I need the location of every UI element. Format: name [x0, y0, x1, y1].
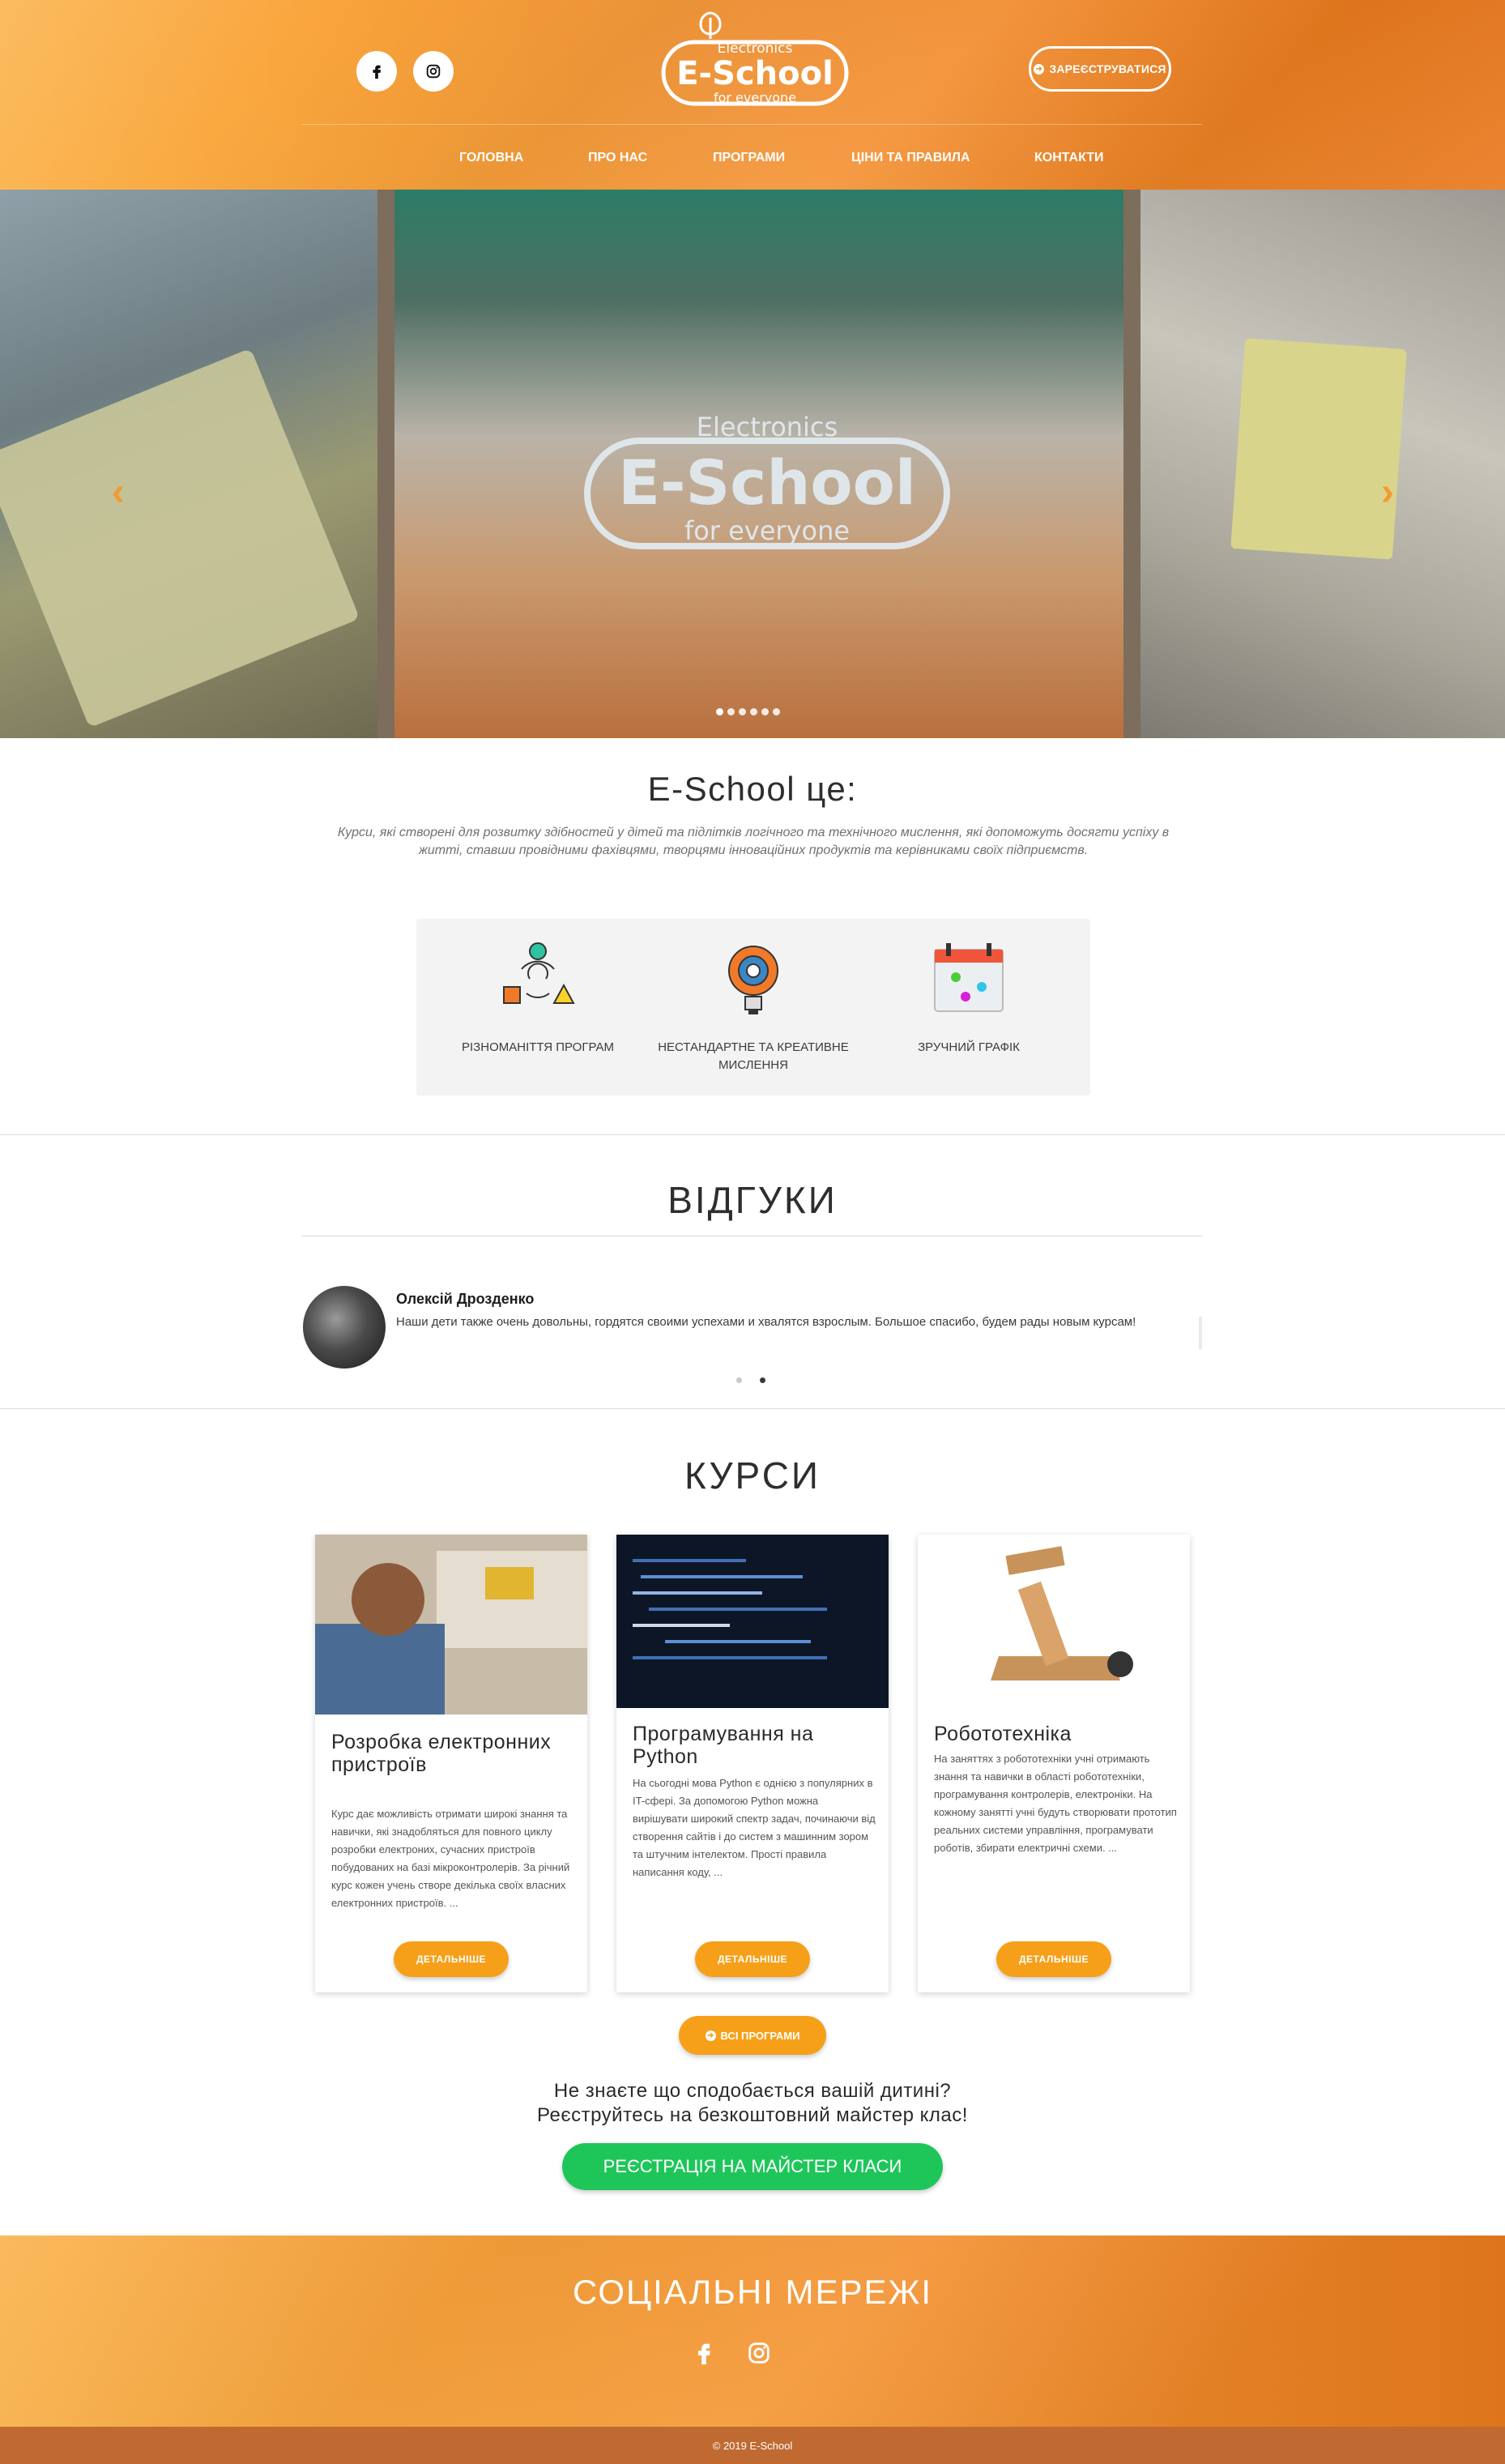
site-header: Electronics E-School for everyone ➜ ЗАРЕ…: [0, 0, 1505, 190]
nav-item-programs[interactable]: ПРОГРАМИ: [713, 151, 785, 165]
course-details-button[interactable]: ДЕТАЛЬНІШЕ: [996, 1941, 1111, 1977]
slide-image-left: [0, 190, 377, 738]
register-button[interactable]: ➜ ЗАРЕЄСТРУВАТИСЯ: [1029, 46, 1171, 92]
logo-bottom-text: for everyone: [714, 90, 796, 105]
instagram-icon[interactable]: [413, 51, 454, 92]
feature-item: НЕСТАНДАРТНЕ ТА КРЕАТИВНЕ МИСЛЕННЯ: [648, 919, 859, 1095]
hero-logo: Electronics E-School for everyone: [584, 412, 950, 549]
course-card[interactable]: Робототехніка На заняттях з робототехнік…: [918, 1535, 1190, 1992]
courses-title: КУРСИ: [684, 1454, 821, 1497]
course-details-button[interactable]: ДЕТАЛЬНІШЕ: [695, 1941, 810, 1977]
course-card[interactable]: Розробка електронних пристроїв Курс дає …: [315, 1535, 587, 1992]
page: Electronics E-School for everyone ➜ ЗАРЕ…: [0, 0, 1505, 2464]
slider-dot[interactable]: [761, 708, 769, 715]
all-programs-button[interactable]: ➜ ВСІ ПРОГРАМИ: [679, 2016, 826, 2055]
nav-item-about[interactable]: ПРО НАС: [588, 151, 647, 165]
slider-dot[interactable]: [716, 708, 723, 715]
nav-item-home[interactable]: ГОЛОВНА: [459, 151, 523, 165]
arrow-circle-icon: ➜: [1034, 63, 1045, 75]
features-panel: РІЗНОМАНІТТЯ ПРОГРАМ НЕСТАНДАРТНЕ ТА КРЕ…: [416, 919, 1090, 1095]
course-description: Курс дає можливість отримати широкі знан…: [331, 1808, 570, 1909]
section-divider: [0, 1134, 1505, 1135]
course-card[interactable]: Програмування на Python На сьогодні мова…: [616, 1535, 889, 1992]
avatar: [303, 1286, 386, 1369]
course-image-robotics: [918, 1535, 1190, 1708]
copyright: © 2019 E-School: [0, 2427, 1505, 2464]
nav-item-prices[interactable]: ЦІНИ ТА ПРАВИЛА: [851, 151, 970, 165]
main-nav: ГОЛОВНА ПРО НАС ПРОГРАМИ ЦІНИ ТА ПРАВИЛА…: [0, 151, 1505, 170]
review-text: Наши дети также очень довольны, гордятся…: [396, 1315, 1136, 1329]
course-image-python: [616, 1535, 889, 1708]
slider-prev-icon[interactable]: ‹: [112, 470, 125, 515]
feature-label: ЗРУЧНИЙ ГРАФІК: [918, 1040, 1020, 1054]
feature-label: РІЗНОМАНІТТЯ ПРОГРАМ: [462, 1040, 614, 1054]
all-programs-label: ВСІ ПРОГРАМИ: [720, 2029, 800, 2042]
footer: [0, 2236, 1505, 2427]
about-title: E-School це:: [647, 770, 858, 808]
facebook-icon[interactable]: [356, 51, 397, 92]
feature-item: ЗРУЧНИЙ ГРАФІК: [863, 919, 1074, 1095]
feature-label: НЕСТАНДАРТНЕ ТА КРЕАТИВНЕ МИСЛЕННЯ: [658, 1040, 849, 1072]
cta-text: Не знаєте що сподобається вашій дитині? …: [0, 2079, 1505, 2128]
hero-logo-main: E-School: [618, 446, 916, 519]
hero-logo-top: Electronics: [697, 412, 838, 442]
course-description: На сьогодні мова Python є однією з попул…: [633, 1777, 876, 1878]
course-title: Програмування на Python: [633, 1723, 814, 1768]
slider-dot[interactable]: [739, 708, 746, 715]
logo-main-text: E-School: [676, 55, 834, 92]
instagram-icon[interactable]: [745, 2339, 773, 2367]
section-divider: [0, 1408, 1505, 1409]
facebook-icon[interactable]: [690, 2339, 718, 2367]
cta-line-1: Не знаєте що сподобається вашій дитині?: [553, 2080, 952, 2102]
cycle-shapes-icon: [503, 942, 575, 1004]
calendar-icon: [934, 943, 1004, 1012]
hero-logo-bottom: for everyone: [684, 515, 850, 546]
hero-slider[interactable]: Electronics E-School for everyone: [0, 190, 1505, 738]
review-dot[interactable]: [760, 1377, 765, 1383]
nav-item-contacts[interactable]: КОНТАКТИ: [1034, 151, 1104, 165]
site-logo[interactable]: Electronics E-School for everyone: [660, 10, 851, 109]
register-button-label: ЗАРЕЄСТРУВАТИСЯ: [1049, 62, 1166, 75]
course-title: Розробка електронних пристроїв: [331, 1731, 552, 1776]
slider-dot[interactable]: [727, 708, 735, 715]
course-description: На заняттях з робототехніки учні отримаю…: [934, 1753, 1177, 1854]
slider-dots: [716, 708, 780, 715]
slide-image-right: [1140, 190, 1505, 738]
about-text: Курси, які створені для розвитку здібнос…: [337, 826, 1170, 857]
arrow-circle-icon: ➜: [705, 2030, 716, 2041]
slider-dot[interactable]: [773, 708, 780, 715]
course-title: Робототехніка: [934, 1723, 1072, 1745]
slider-dot[interactable]: [750, 708, 757, 715]
circuit-board-image: [0, 348, 360, 728]
footer-title: СОЦІАЛЬНІ МЕРЕЖІ: [572, 2273, 933, 2311]
reviews-dots: [736, 1377, 765, 1383]
review-card-edge: [1199, 1317, 1202, 1349]
slider-next-icon[interactable]: ›: [1381, 470, 1394, 515]
course-details-button[interactable]: ДЕТАЛЬНІШЕ: [394, 1941, 509, 1977]
review-author: Олексій Дрозденко: [396, 1291, 535, 1307]
review-dot[interactable]: [736, 1377, 742, 1383]
master-class-register-button[interactable]: РЕЄСТРАЦІЯ НА МАЙСТЕР КЛАСИ: [562, 2143, 943, 2190]
logo-top-text: Electronics: [718, 41, 793, 57]
lightbulb-gear-icon: [728, 946, 778, 1014]
feature-item: РІЗНОМАНІТТЯ ПРОГРАМ: [433, 919, 643, 1095]
course-image-electronics: [315, 1535, 587, 1715]
circuit-board-image: [1230, 338, 1407, 560]
reviews-title: ВІДГУКИ: [667, 1179, 838, 1221]
cta-line-2: Реєструйтесь на безкоштовний майстер кла…: [537, 2104, 968, 2126]
header-divider: [301, 124, 1202, 125]
